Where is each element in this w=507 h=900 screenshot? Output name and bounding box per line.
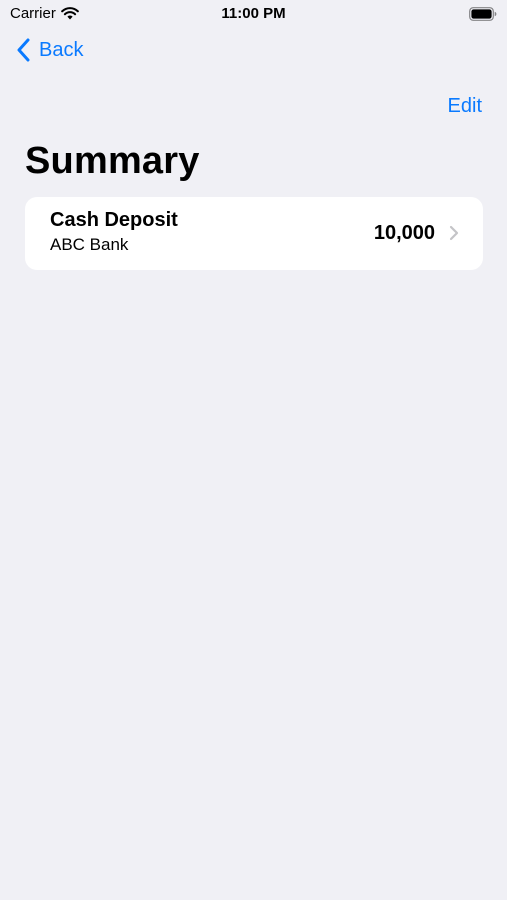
list-item-subtitle: ABC Bank xyxy=(50,235,129,254)
navigation-bar: Back xyxy=(0,36,507,72)
list-item-title: Cash Deposit xyxy=(50,209,178,231)
edit-button[interactable]: Edit xyxy=(448,95,482,118)
back-button[interactable]: Back xyxy=(16,38,83,62)
status-bar: Carrier 11:00 PM xyxy=(0,0,507,30)
page-title: Summary xyxy=(25,140,200,182)
back-button-label: Back xyxy=(39,38,84,61)
list-item[interactable]: Cash Deposit ABC Bank 10,000 xyxy=(25,197,483,270)
battery-icon xyxy=(469,7,497,21)
chevron-left-icon xyxy=(16,38,30,62)
status-time: 11:00 PM xyxy=(221,5,286,22)
list-item-amount: 10,000 xyxy=(373,222,435,244)
chevron-right-icon xyxy=(449,225,459,241)
